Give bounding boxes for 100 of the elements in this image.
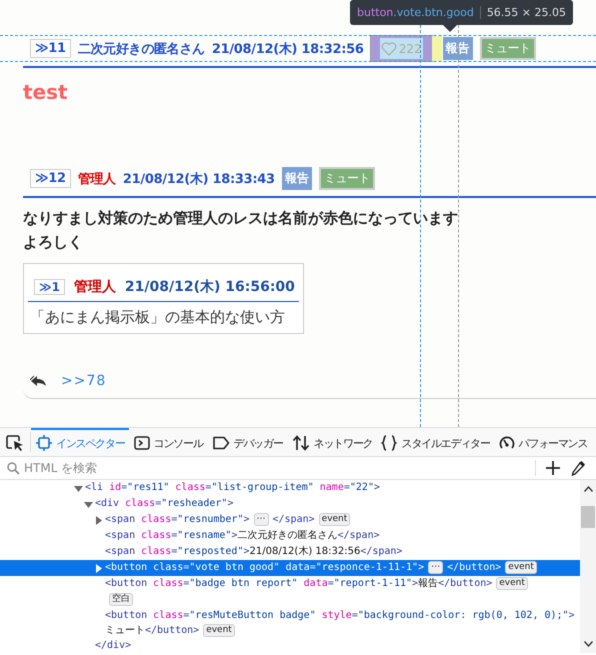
code-token: <span — [105, 546, 136, 557]
reply-icon — [30, 375, 47, 387]
code-token: </span> — [272, 514, 315, 525]
code-token: </button> — [438, 578, 492, 589]
code-token: > — [243, 546, 250, 557]
devtools-tab[interactable]: インスペクター — [31, 428, 129, 456]
post-number-link[interactable]: ≫1 — [34, 279, 65, 295]
search-field[interactable]: HTML を検索 — [24, 459, 535, 477]
inspector-icon — [36, 435, 52, 451]
code-token: </span> — [337, 530, 380, 541]
code-token: </button> — [145, 625, 200, 636]
code-token: ="resheader" — [155, 498, 228, 509]
poster-name: 二次元好きの匿名さん — [78, 40, 205, 58]
post-body-text: test — [23, 80, 69, 104]
code-token: data — [286, 562, 310, 573]
margin-highlight — [432, 36, 442, 61]
twisty-icon[interactable] — [94, 516, 103, 524]
poster-name: 管理人 — [74, 278, 116, 296]
post-body-text: よろしく — [23, 232, 84, 253]
code-token: <li — [85, 482, 104, 493]
node-badge[interactable]: event — [505, 561, 537, 574]
tooltip-size: 56.55 × 25.05 — [486, 6, 566, 19]
post-body-text: なりすまし対策のため管理人のレスは名前が赤色になっています — [23, 208, 459, 229]
add-icon[interactable] — [546, 461, 560, 475]
tooltip-selector: button.vote.btn.good — [357, 6, 481, 19]
code-token: > — [243, 514, 250, 525]
code-token: class — [141, 514, 172, 525]
node-badge[interactable]: event — [318, 513, 350, 526]
code-token: ="vote btn good" — [183, 562, 280, 573]
twisty-icon[interactable] — [94, 564, 103, 572]
node-badge[interactable]: 空白 — [109, 593, 133, 606]
code-token: id — [109, 482, 122, 493]
code-token: ="report-1-11" — [328, 578, 412, 589]
tag-icon — [212, 436, 230, 450]
devtools-tab[interactable]: コンソール — [128, 428, 207, 456]
selected-node-row[interactable]: <button class="vote btn good" data="responce-1-11-1"> ⋯ </button> event — [0, 560, 580, 576]
code-token: <div — [95, 498, 120, 509]
twisty-icon[interactable] — [74, 484, 83, 492]
code-token: ="resnumber" — [171, 514, 244, 525]
code-token: name — [320, 482, 344, 493]
code-token: </span> — [360, 546, 402, 557]
code-token: </div> — [95, 640, 132, 651]
console-icon — [134, 436, 150, 450]
devtools-tab[interactable]: スタイルエディター — [376, 428, 494, 456]
gauge-icon — [498, 435, 515, 451]
scroll-down-icon[interactable] — [584, 641, 592, 647]
post-number-link[interactable]: ≫11 — [30, 39, 71, 58]
post-timestamp: 21/08/12(木) 18:33:43 — [122, 170, 275, 188]
code-token: ="resname" — [171, 530, 232, 541]
search-icon — [7, 462, 20, 474]
code-token: ="background-color: rgb(0, 102, 0);" — [352, 610, 569, 621]
code-token: data — [304, 578, 328, 589]
code-token: style — [322, 610, 352, 621]
code-token: ミュート — [105, 625, 145, 636]
devtools-tab[interactable]: パフォーマンス — [494, 428, 592, 456]
code-token: class — [141, 546, 172, 557]
devtools-tab[interactable]: デバッガー — [206, 428, 287, 456]
node-badge[interactable]: ⋯ — [428, 561, 444, 574]
code-token: ="22" — [344, 482, 374, 493]
code-token: > — [568, 610, 575, 621]
code-token: > — [374, 482, 380, 493]
code-token: <span — [105, 530, 136, 541]
node-badge[interactable]: event — [203, 624, 235, 637]
code-token: > — [231, 530, 238, 541]
code-token: > — [418, 562, 424, 573]
code-token: ="responce-1-11-1" — [310, 562, 418, 573]
post-timestamp: 21/08/12(木) 18:32:56 — [212, 40, 364, 58]
code-token: <button — [105, 562, 148, 573]
code-token: class — [125, 498, 156, 509]
post-timestamp: 21/08/12(木) 16:56:00 — [124, 278, 295, 296]
code-token: ="resMuteButton badge" — [183, 610, 316, 621]
poster-name: 管理人 — [78, 170, 116, 188]
code-token: class — [141, 530, 172, 541]
node-badge[interactable]: event — [496, 577, 528, 590]
code-token: > — [227, 498, 234, 509]
code-token: class — [153, 562, 184, 573]
scroll-thumb[interactable] — [581, 506, 595, 528]
code-token: <button — [105, 610, 148, 621]
reply-link[interactable]: >>78 — [61, 373, 106, 389]
braces-icon — [381, 435, 398, 451]
code-token: class — [175, 482, 206, 493]
code-token: <span — [105, 514, 136, 525]
code-token: </button> — [447, 562, 502, 573]
scroll-up-icon[interactable] — [584, 486, 592, 492]
code-token: 二次元好きの匿名さん — [237, 530, 338, 541]
scrollbar[interactable] — [580, 480, 596, 653]
code-token: ="badge btn report" — [183, 578, 298, 589]
devtools-tab[interactable]: ネットワーク — [286, 428, 376, 456]
up-down-arrows-icon — [292, 435, 310, 451]
code-token: > — [412, 578, 418, 589]
code-token: class — [153, 610, 184, 621]
code-token: <button — [105, 578, 148, 589]
like-count: 222 — [398, 42, 422, 56]
quoted-post-text: 「あにまん掲示板」の基本的な使い方 — [29, 307, 286, 327]
node-badge[interactable]: ⋯ — [254, 513, 268, 526]
element-picker-icon[interactable] — [6, 435, 24, 451]
twisty-icon[interactable] — [84, 500, 93, 508]
post-number-link[interactable]: ≫12 — [30, 169, 71, 188]
code-token: ="list-group-item" — [205, 482, 314, 493]
code-token: ="res11" — [121, 482, 170, 493]
